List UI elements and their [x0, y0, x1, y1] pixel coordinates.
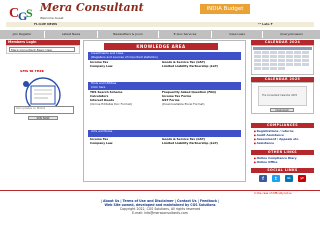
nav-newsletters[interactable]: Newsletters & Journ: [98, 31, 158, 38]
note-downloadable-excel: (Downloadable Excel Format): [162, 102, 205, 106]
logo-letter-s: S: [26, 6, 33, 20]
note-editable-doc: (Online Editable Doc Format): [90, 102, 132, 106]
link-acts-llp[interactable]: Limited Liability Partnership (LLP): [162, 141, 218, 145]
calendar-2024-grid[interactable]: [253, 47, 312, 73]
footer-email[interactable]: E-mail: info@meraconsultants.com: [0, 211, 320, 215]
other-links-list: Online Compliance Diary Online Office: [251, 155, 314, 165]
youtube-icon[interactable]: yt: [298, 175, 306, 182]
other-link-item[interactable]: Online Office: [254, 160, 278, 165]
calendar-2025-caption: The Consultant Calendar 2025: [262, 94, 298, 97]
link-acts-company-law[interactable]: Company Law: [90, 141, 113, 145]
sms-send-button[interactable]: SMS NOW: [28, 116, 58, 120]
calendar-download-button[interactable]: Download: [270, 108, 294, 112]
nav-case-laws[interactable]: Case Laws: [212, 31, 262, 38]
link-llp[interactable]: Limited Liability Partnership (LLP): [162, 64, 218, 68]
nav-egov[interactable]: E-Gov Services: [159, 31, 211, 38]
footer-divider: [0, 190, 320, 191]
nav-latest-news[interactable]: Latest News: [45, 31, 97, 38]
compliance-item[interactable]: Assistance: [254, 141, 274, 146]
sms-label: SMS to FREE: [20, 70, 45, 73]
link-company-law[interactable]: Company Law: [90, 64, 113, 68]
login-user-text: FL:GUE NEWS: [34, 23, 58, 26]
welcome-text: Welcome Guest: [40, 17, 64, 20]
twitter-icon[interactable]: t: [272, 175, 280, 182]
sms-input-placeholder: Get updates on Mobile: [16, 107, 46, 110]
brand-title: Mera Consultant: [40, 1, 144, 14]
footer-right-note: In the case of difficulty let us: [254, 192, 292, 195]
india-budget-banner[interactable]: INDIA Budget: [200, 4, 250, 14]
site-logo[interactable]: C G S: [8, 2, 36, 24]
social-links-head: SOCIAL LINKS: [251, 168, 314, 173]
knowledge-area-title: KNOWLEDGE AREA: [104, 43, 218, 50]
linkedin-icon[interactable]: in: [285, 175, 293, 182]
nav-join[interactable]: Join Register: [0, 31, 44, 38]
facebook-icon[interactable]: f: [259, 175, 267, 182]
user-type-select[interactable]: Mera Consultant Basic User: [9, 47, 75, 52]
date-text: ** Late F: [258, 23, 273, 26]
compliances-list: Registrations / returns Audit Assistance…: [251, 128, 314, 146]
nav-query[interactable]: Query/Answers: [263, 31, 320, 38]
